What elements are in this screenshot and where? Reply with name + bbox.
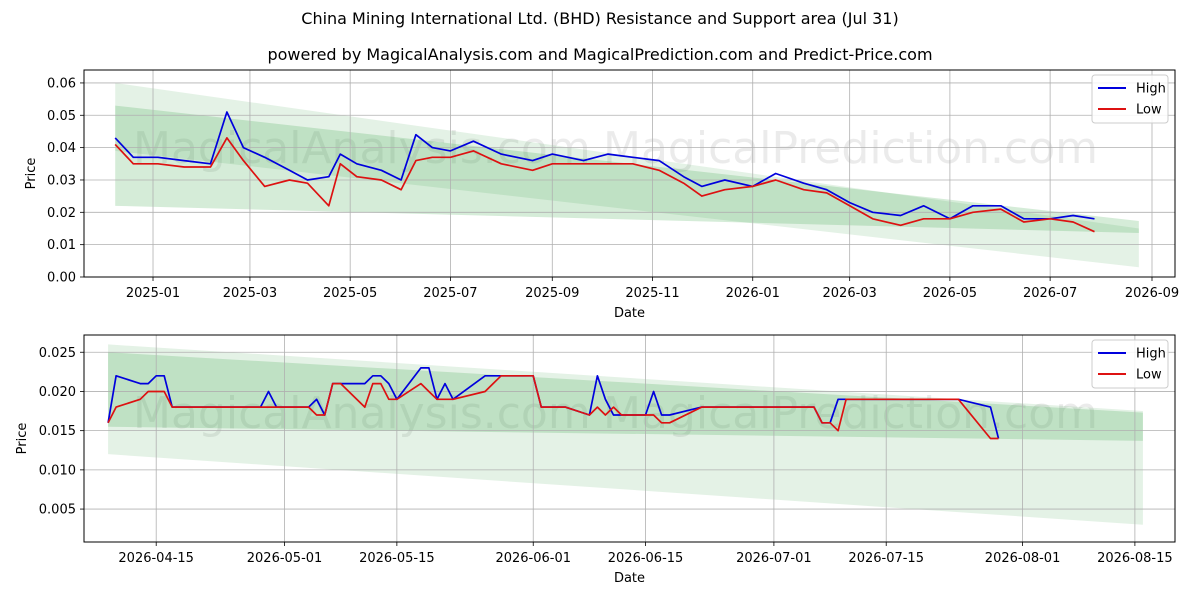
y-tick-label: 0.010 (39, 463, 76, 478)
x-tick-label: 2026-01 (726, 286, 780, 301)
x-tick-label: 2026-06-01 (495, 551, 571, 566)
y-axis-label: Price (24, 158, 39, 190)
x-tick-label: 2026-05-15 (359, 551, 435, 566)
x-tick-label: 2026-04-15 (118, 551, 194, 566)
y-tick-label: 0.05 (47, 109, 76, 124)
y-tick-label: 0.01 (47, 238, 76, 253)
y-tick-label: 0.06 (47, 76, 76, 91)
legend-label-low: Low (1136, 103, 1162, 118)
x-tick-label: 2026-07-15 (848, 551, 924, 566)
price-charts: MagicalAnalysis.com MagicalPrediction.com… (15, 69, 1179, 586)
x-tick-label: 2026-06-15 (608, 551, 684, 566)
x-tick-label: 2026-05-01 (247, 551, 323, 566)
y-tick-label: 0.020 (39, 385, 76, 400)
y-tick-label: 0.04 (47, 141, 76, 156)
x-tick-label: 2026-08-15 (1097, 551, 1173, 566)
y-axis-label: Price (15, 423, 30, 455)
x-tick-label: 2026-05 (923, 286, 977, 301)
y-tick-label: 0.02 (47, 206, 76, 221)
x-tick-label: 2026-07-01 (736, 551, 812, 566)
x-tick-label: 2025-09 (525, 286, 579, 301)
x-tick-label: 2026-09 (1125, 286, 1179, 301)
x-tick-label: 2025-07 (423, 286, 477, 301)
legend-label-high: High (1136, 347, 1166, 362)
legend-label-high: High (1136, 82, 1166, 97)
x-tick-label: 2025-11 (625, 286, 679, 301)
x-tick-label: 2025-03 (223, 286, 277, 301)
x-tick-label: 2026-03 (823, 286, 877, 301)
y-tick-label: 0.00 (47, 271, 76, 286)
x-tick-label: 2026-08-01 (985, 551, 1061, 566)
x-tick-label: 2026-07 (1023, 286, 1077, 301)
main-panel: MagicalAnalysis.com MagicalPrediction.com… (24, 69, 1179, 321)
x-axis-label: Date (614, 571, 645, 586)
legend-label-low: Low (1136, 368, 1162, 383)
y-tick-label: 0.015 (39, 424, 76, 439)
y-tick-label: 0.03 (47, 173, 76, 188)
x-tick-label: 2025-01 (126, 286, 180, 301)
x-axis-label: Date (614, 306, 645, 321)
y-tick-label: 0.005 (39, 503, 76, 518)
y-tick-label: 0.025 (39, 346, 76, 361)
x-tick-label: 2025-05 (323, 286, 377, 301)
zoom-panel: MagicalAnalysis.com MagicalPrediction.com… (15, 334, 1176, 586)
